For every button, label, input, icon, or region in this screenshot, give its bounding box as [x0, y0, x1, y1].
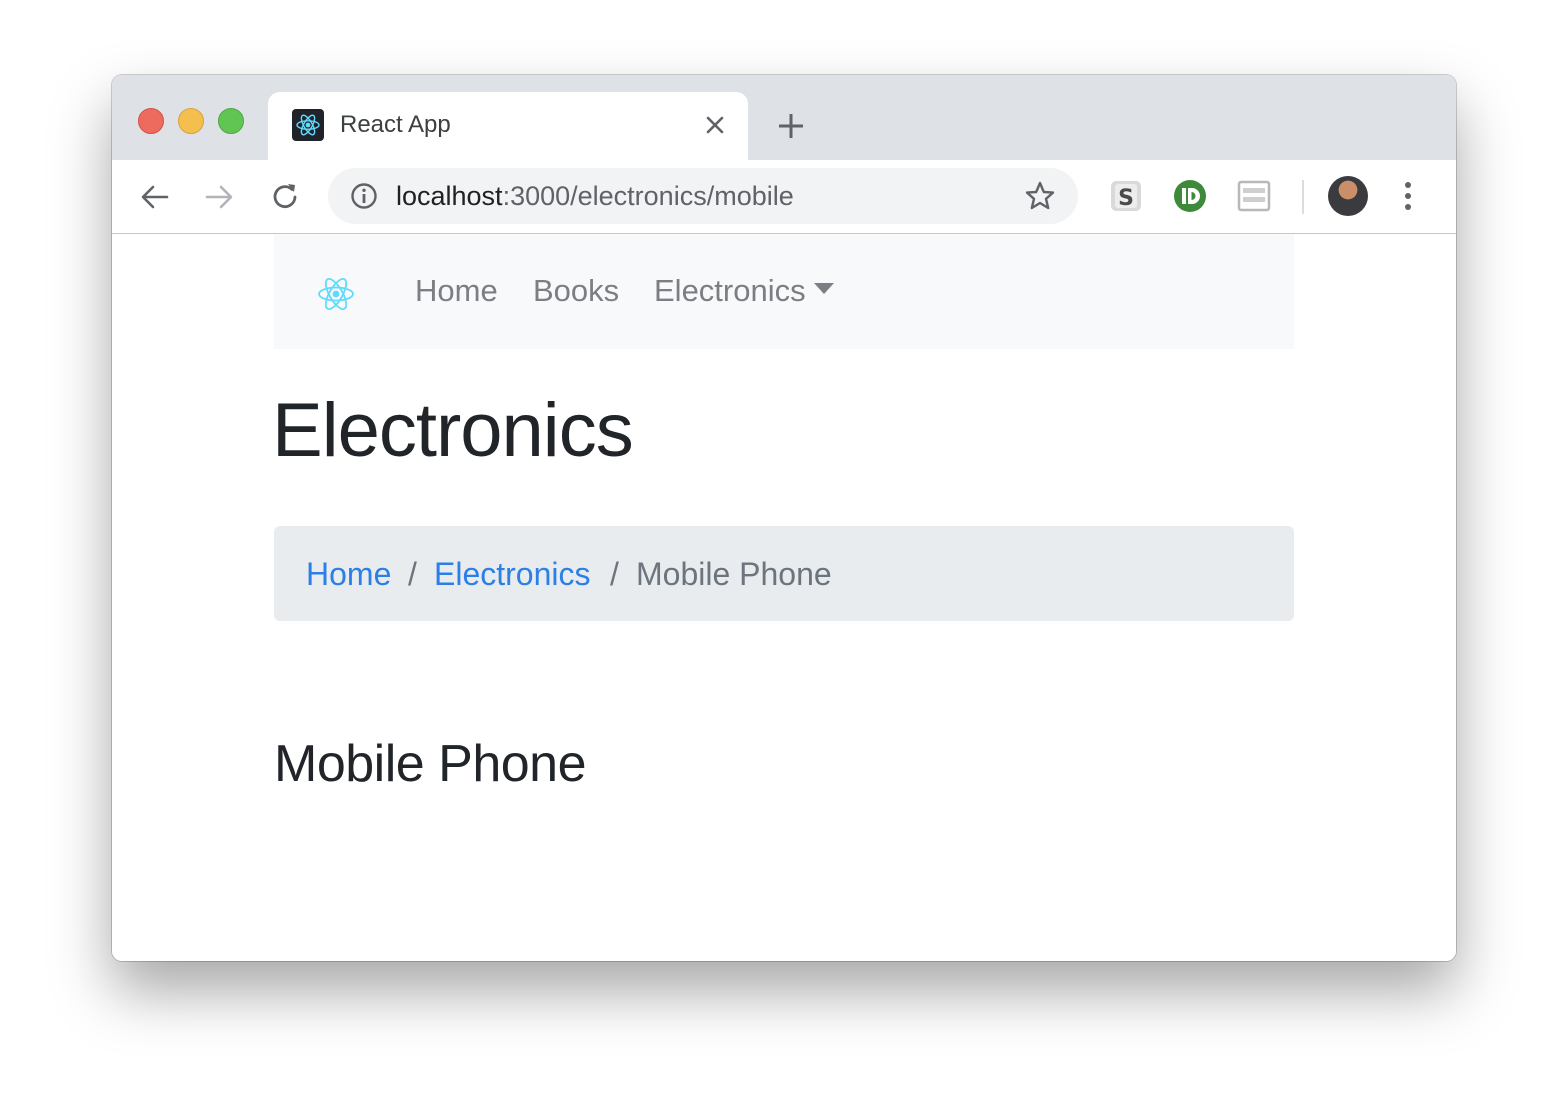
close-window-button[interactable] [138, 108, 164, 134]
tab-strip: React App [112, 75, 1456, 160]
back-arrow-icon[interactable] [138, 180, 172, 214]
url-host: localhost [396, 181, 503, 211]
more-menu-icon[interactable] [1398, 178, 1418, 214]
svg-text:S: S [1118, 186, 1134, 211]
breadcrumb-home-link[interactable]: Home [306, 556, 391, 593]
react-logo-icon[interactable] [316, 274, 356, 314]
close-tab-icon[interactable] [702, 112, 728, 138]
site-navbar: Home Books Electronics [274, 234, 1294, 349]
profile-avatar[interactable] [1328, 176, 1368, 216]
reload-icon[interactable] [268, 180, 302, 214]
toolbar-divider [1302, 180, 1304, 214]
breadcrumb-electronics-link[interactable]: Electronics [434, 556, 591, 593]
id-extension-icon[interactable] [1172, 178, 1208, 214]
s-extension-icon[interactable]: S [1108, 178, 1144, 214]
minimize-window-button[interactable] [178, 108, 204, 134]
breadcrumb: Home / Electronics / Mobile Phone [274, 526, 1294, 621]
breadcrumb-current: Mobile Phone [636, 556, 832, 592]
nav-dropdown-label: Electronics [654, 273, 806, 308]
browser-toolbar: localhost:3000/electronics/mobile S [112, 160, 1456, 234]
nav-link-home[interactable]: Home [415, 273, 498, 309]
nav-link-books[interactable]: Books [533, 273, 619, 309]
forward-arrow-icon[interactable] [202, 180, 236, 214]
caret-down-icon [813, 283, 834, 295]
tab-react-app[interactable]: React App [268, 92, 748, 160]
nav-dropdown-electronics[interactable]: Electronics [654, 273, 834, 309]
url-text[interactable]: localhost:3000/electronics/mobile [396, 181, 794, 212]
address-bar[interactable]: localhost:3000/electronics/mobile [328, 168, 1078, 224]
page-title: Electronics [272, 388, 634, 473]
breadcrumb-separator: / [610, 556, 619, 592]
section-title: Mobile Phone [274, 735, 587, 793]
page-content: Home Books Electronics Electronics Home … [112, 234, 1456, 961]
maximize-window-button[interactable] [218, 108, 244, 134]
site-info-icon[interactable] [350, 182, 378, 210]
browser-window: React App localhost:3000/electronics/mob… [112, 75, 1456, 961]
react-favicon-icon [292, 109, 324, 141]
url-path: :3000/electronics/mobile [502, 181, 794, 211]
new-tab-plus-icon[interactable] [776, 111, 806, 141]
bookmark-star-icon[interactable] [1024, 180, 1056, 212]
breadcrumb-separator: / [408, 556, 417, 592]
tab-title: React App [340, 111, 451, 138]
reader-extension-icon[interactable] [1236, 178, 1272, 214]
